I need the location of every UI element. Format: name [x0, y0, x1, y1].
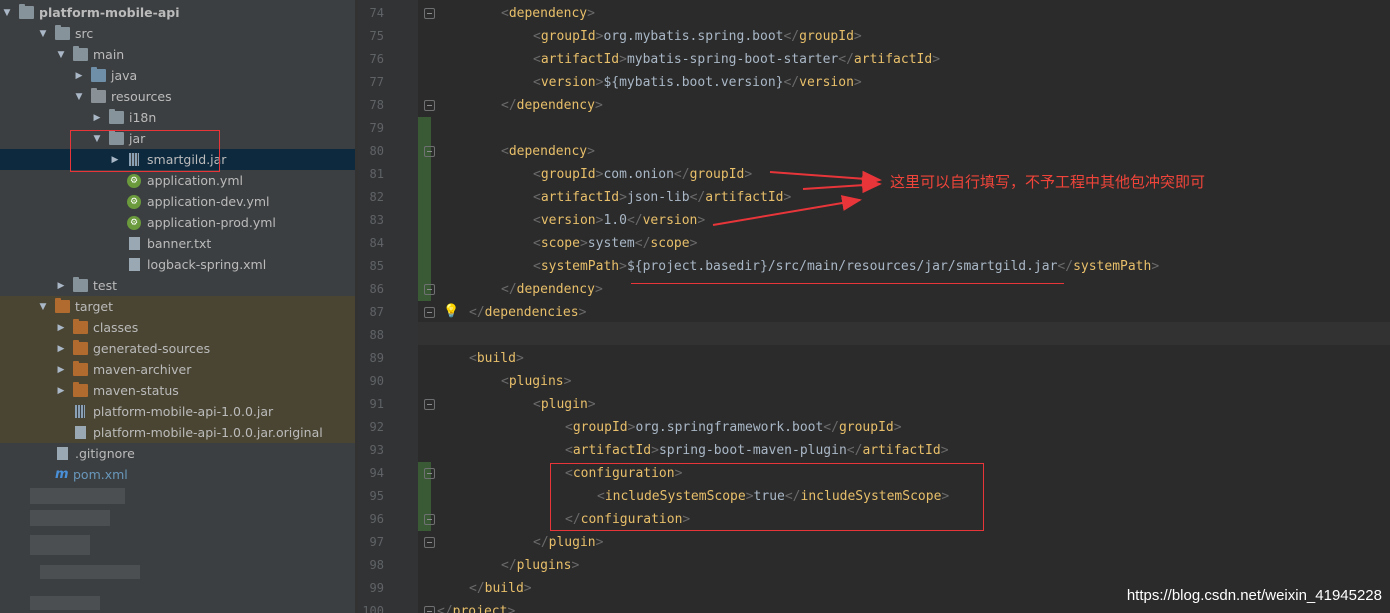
tree-item[interactable]: ▶⚙application-prod.yml [0, 212, 355, 233]
tree-item-label: classes [93, 320, 139, 335]
chevron-down-icon[interactable]: ▼ [56, 44, 66, 65]
tree-item-label: application.yml [147, 173, 243, 188]
blurred-region [30, 488, 125, 504]
chevron-down-icon[interactable]: ▼ [38, 23, 48, 44]
tree-item-label: i18n [129, 110, 157, 125]
tree-item-label: application-prod.yml [147, 215, 276, 230]
tree-item-label: platform-mobile-api-1.0.0.jar.original [93, 425, 323, 440]
tree-item-label: pom.xml [73, 467, 128, 482]
tree-item[interactable]: ▶platform-mobile-api-1.0.0.jar.original [0, 422, 355, 443]
blurred-region [30, 510, 110, 526]
chevron-down-icon[interactable]: ▼ [92, 128, 102, 149]
chevron-down-icon[interactable]: ▼ [2, 2, 12, 23]
chevron-right-icon[interactable]: ▶ [110, 149, 120, 170]
tree-item[interactable]: ▼ platform-mobile-api [0, 2, 355, 23]
folder-icon [73, 277, 88, 292]
chevron-right-icon[interactable]: ▶ [56, 359, 66, 380]
annotation-text: 这里可以自行填写，不予工程中其他包冲突即可 [890, 173, 1206, 191]
blurred-region [30, 535, 90, 555]
excluded-folder-icon [55, 298, 70, 313]
tree-item[interactable]: ▶ java [0, 65, 355, 86]
tree-item-label: resources [111, 89, 172, 104]
jar-icon [75, 405, 85, 418]
resources-folder-icon [91, 88, 106, 103]
jar-icon [129, 153, 139, 166]
tree-item[interactable]: ▶.gitignore [0, 443, 355, 464]
tree-item-label: logback-spring.xml [147, 257, 267, 272]
tree-item-label: maven-archiver [93, 362, 192, 377]
spring-config-icon: ⚙ [127, 173, 141, 188]
tree-item[interactable]: ▼ resources [0, 86, 355, 107]
tree-item-label: test [93, 278, 118, 293]
spring-config-icon: ⚙ [127, 215, 141, 230]
arrow-artifactid [802, 177, 882, 194]
tree-item-label: application-dev.yml [147, 194, 270, 209]
tree-item[interactable]: ▼ main [0, 44, 355, 65]
tree-item-label: generated-sources [93, 341, 211, 356]
tree-item[interactable]: ▶⚙application.yml [0, 170, 355, 191]
tree-item-label: smartgild.jar [147, 152, 227, 167]
tree-item[interactable]: ▶⚙application-dev.yml [0, 191, 355, 212]
xml-file-icon [129, 258, 140, 271]
code-editor[interactable]: 74 75 76 77 78 79 80 81 82 83 84 85 86 87 88 89 90 91 92 93… [358, 0, 1390, 613]
tree-item-label: java [111, 68, 138, 83]
folder-icon [109, 109, 124, 124]
tree-item[interactable]: ▼ target [0, 296, 355, 317]
chevron-right-icon[interactable]: ▶ [56, 338, 66, 359]
chevron-down-icon[interactable]: ▼ [74, 86, 84, 107]
tree-item[interactable]: ▶logback-spring.xml [0, 254, 355, 275]
tree-item[interactable]: ▶mpom.xml [0, 464, 355, 485]
tree-item[interactable]: ▶ maven-archiver [0, 359, 355, 380]
tree-item[interactable]: ▶ test [0, 275, 355, 296]
folder-icon [109, 130, 124, 145]
chevron-right-icon[interactable]: ▶ [56, 380, 66, 401]
tree-item-label: banner.txt [147, 236, 212, 251]
project-tool-window: ▼ platform-mobile-api ▼ src ▼ main ▶ java ▼ resou… [0, 0, 355, 613]
watermark-url: https://blog.csdn.net/weixin_41945228 [1126, 587, 1382, 604]
chevron-right-icon[interactable]: ▶ [92, 107, 102, 128]
tree-item[interactable]: ▶ classes [0, 317, 355, 338]
text-file-icon [57, 447, 68, 460]
annotation-arrows [712, 170, 882, 226]
source-folder-icon [91, 67, 106, 82]
tree-item[interactable]: ▼ jar [0, 128, 355, 149]
arrow-groupid [769, 170, 882, 187]
tree-item[interactable]: ▶ generated-sources [0, 338, 355, 359]
tree-item-label: .gitignore [75, 446, 135, 461]
tree-item-label: platform-mobile-api-1.0.0.jar [93, 404, 274, 419]
excluded-folder-icon [73, 361, 88, 376]
text-file-icon [129, 237, 140, 250]
chevron-right-icon[interactable]: ▶ [74, 65, 84, 86]
tree-item-label: src [75, 26, 94, 41]
tree-item[interactable]: ▶platform-mobile-api-1.0.0.jar [0, 401, 355, 422]
chevron-right-icon[interactable]: ▶ [56, 275, 66, 296]
blurred-region [30, 596, 100, 610]
tree-item-label: main [93, 47, 125, 62]
tree-item-label: jar [129, 131, 146, 146]
tree-item-label: target [75, 299, 114, 314]
tree-item[interactable]: ▶ smartgild.jar [0, 149, 355, 170]
tree-item[interactable]: ▼ src [0, 23, 355, 44]
tree-item[interactable]: ▶banner.txt [0, 233, 355, 254]
folder-icon [73, 46, 88, 61]
tree-item[interactable]: ▶ maven-status [0, 380, 355, 401]
tree-item[interactable]: ▶ i18n [0, 107, 355, 128]
arrow-version [712, 195, 862, 226]
excluded-folder-icon [73, 382, 88, 397]
folder-icon [55, 25, 70, 40]
tree-item-label: platform-mobile-api [39, 5, 180, 20]
blurred-region [40, 565, 140, 579]
chevron-right-icon[interactable]: ▶ [56, 317, 66, 338]
chevron-down-icon[interactable]: ▼ [38, 296, 48, 317]
excluded-folder-icon [73, 319, 88, 334]
tree-item-label: maven-status [93, 383, 179, 398]
spring-config-icon: ⚙ [127, 194, 141, 209]
maven-icon: m [55, 467, 69, 482]
excluded-folder-icon [73, 340, 88, 355]
folder-icon [19, 4, 34, 19]
unknown-file-icon [75, 426, 86, 439]
